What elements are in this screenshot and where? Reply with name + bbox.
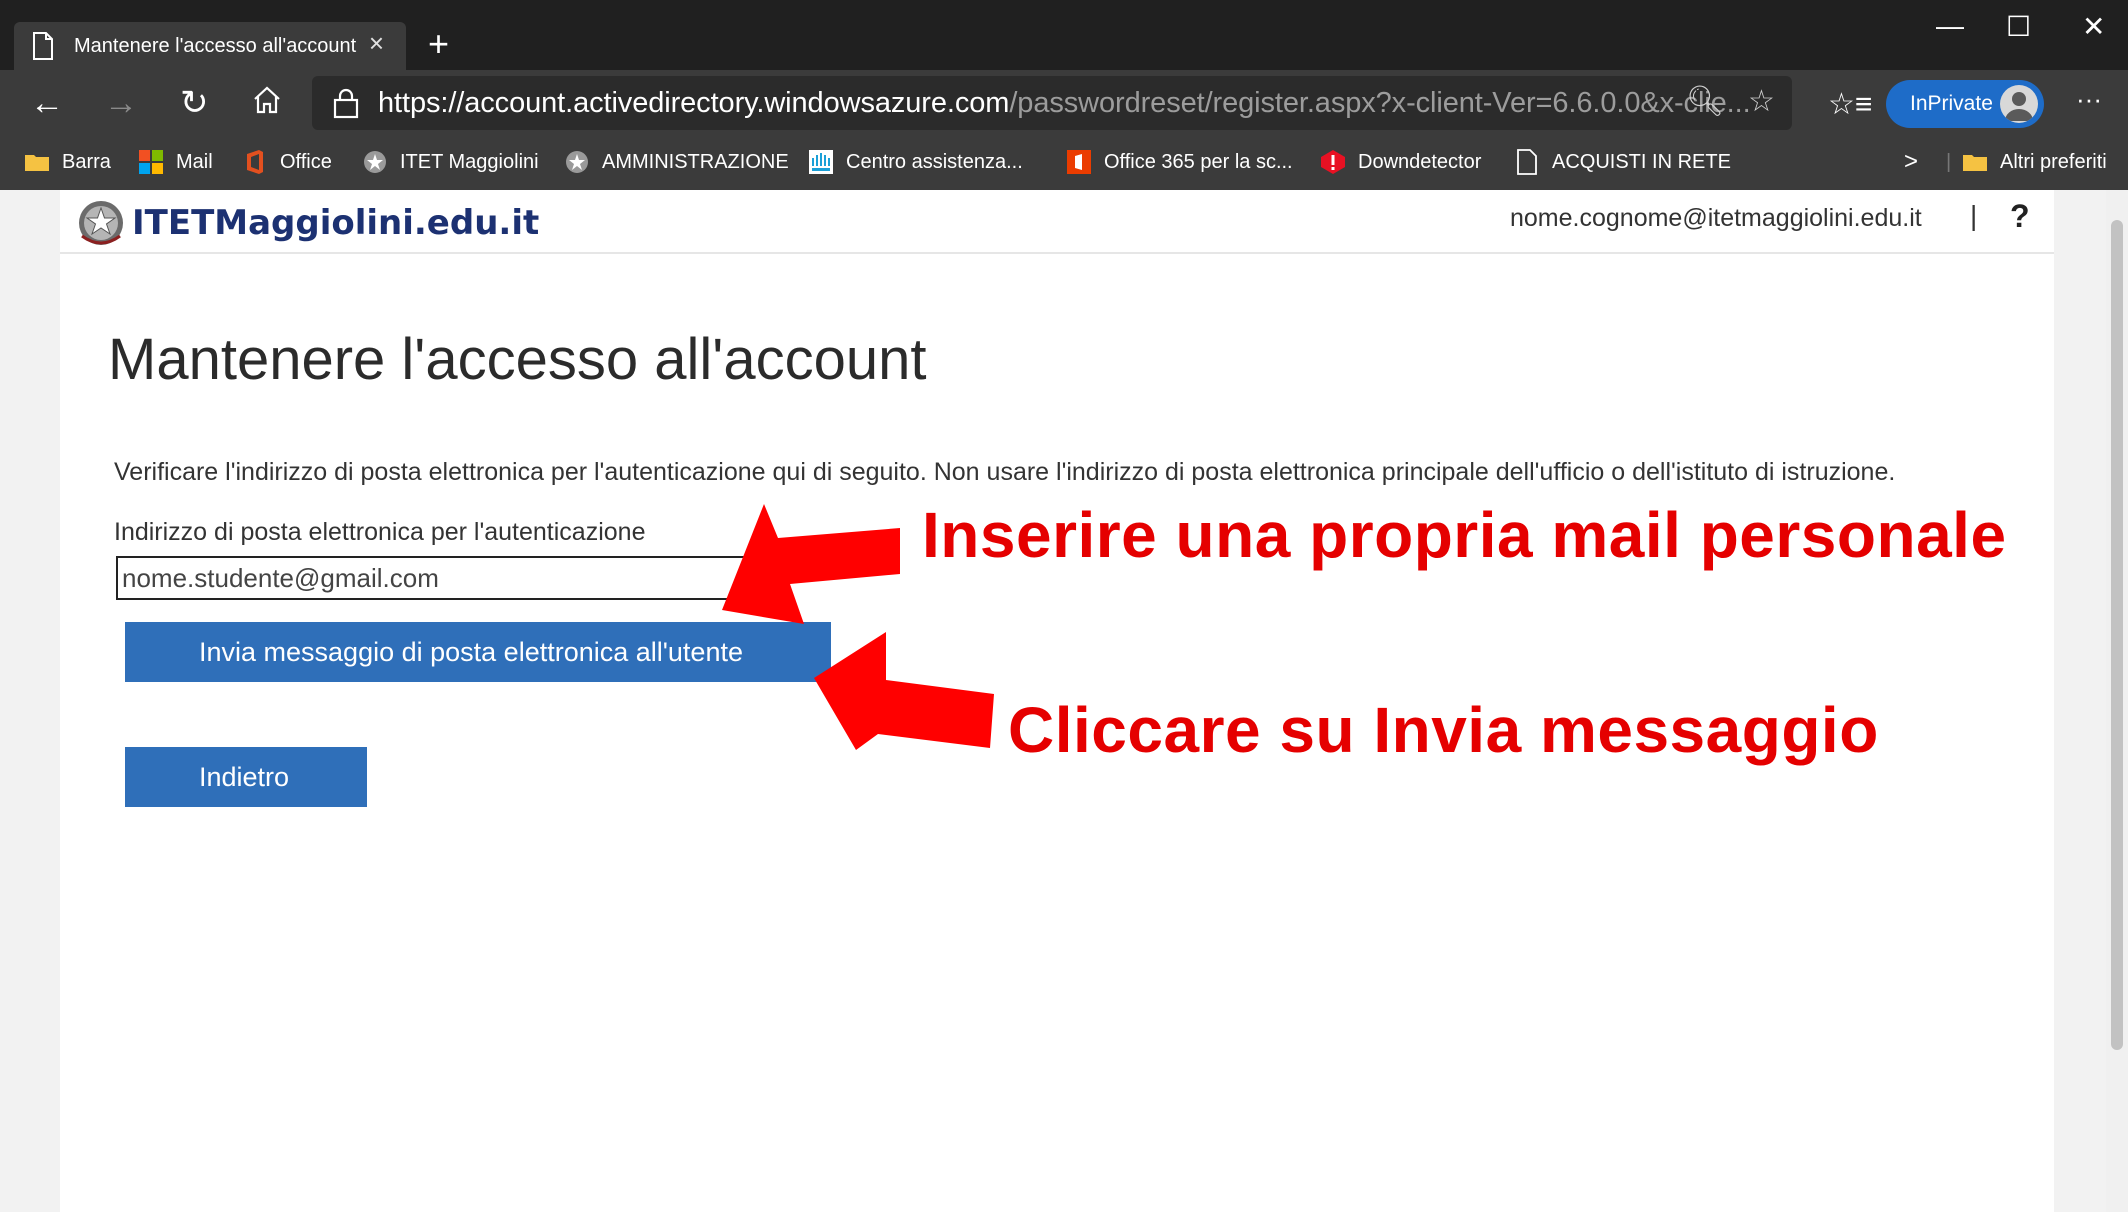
back-button-label: Indietro bbox=[199, 761, 290, 792]
office-logo-icon bbox=[247, 150, 263, 174]
office365-icon bbox=[1067, 150, 1091, 174]
tab-title: Mantenere l'accesso all'account bbox=[74, 34, 357, 57]
windows-logo-icon bbox=[139, 150, 163, 174]
forward-arrow-icon[interactable]: → bbox=[104, 84, 138, 122]
address-bar[interactable]: https://account.activedirectory.windowsa… bbox=[312, 76, 1792, 130]
new-tab-button[interactable]: + bbox=[428, 24, 449, 64]
folder-icon bbox=[25, 155, 49, 171]
alert-icon bbox=[1321, 150, 1345, 174]
favorite-star-icon[interactable]: ☆ bbox=[1748, 84, 1775, 119]
bookmark-mail[interactable]: Mail bbox=[138, 146, 213, 178]
annotation-insert-email: Inserire una propria mail personale bbox=[922, 499, 2007, 571]
favorites-list-icon[interactable]: ☆≡ bbox=[1828, 86, 1872, 124]
minimize-button[interactable]: — bbox=[1936, 10, 1964, 42]
signed-in-user-email[interactable]: nome.cognome@itetmaggiolini.edu.it bbox=[1510, 204, 1922, 233]
emblem-icon bbox=[566, 151, 588, 173]
browser-titlebar: Mantenere l'accesso all'account × + — ☐ … bbox=[0, 0, 2128, 70]
lock-icon bbox=[333, 88, 359, 119]
bookmark-centro-assistenza[interactable]: Centro assistenza... bbox=[808, 146, 1023, 178]
tab-close-icon[interactable]: × bbox=[369, 28, 384, 59]
inprivate-label: InPrivate bbox=[1910, 92, 1993, 115]
document-icon bbox=[33, 32, 53, 60]
bookmark-downdetector[interactable]: Downdetector bbox=[1320, 146, 1481, 178]
bookmark-barra[interactable]: Barra bbox=[24, 146, 111, 178]
bookmarks-bar: Barra Mail Office ITET Maggiolini AMMINI… bbox=[0, 136, 2128, 190]
inprivate-badge[interactable]: InPrivate bbox=[1886, 80, 2044, 128]
authentication-email-input[interactable] bbox=[116, 556, 750, 600]
send-email-button-label: Invia messaggio di posta elettronica all… bbox=[199, 636, 743, 667]
emblem-icon bbox=[364, 151, 386, 173]
browser-tab[interactable]: Mantenere l'accesso all'account × bbox=[14, 22, 406, 70]
page-icon bbox=[1517, 149, 1537, 175]
red-arrow-icon bbox=[722, 504, 900, 624]
page-left-margin bbox=[0, 190, 60, 1212]
more-menu-icon[interactable]: ··· bbox=[2076, 80, 2102, 118]
back-button[interactable]: Indietro bbox=[125, 747, 367, 807]
profile-avatar-icon bbox=[2000, 85, 2038, 123]
bookmark-itet-maggiolini[interactable]: ITET Maggiolini bbox=[362, 146, 539, 178]
bookmark-altri-preferiti[interactable]: Altri preferiti bbox=[1962, 146, 2107, 178]
url-text: https://account.activedirectory.windowsa… bbox=[378, 86, 1751, 119]
browser-navbar: ← → ↻ https://account.activedirectory.wi… bbox=[0, 70, 2128, 136]
logo-text: ITETMaggiolini.edu.it bbox=[132, 203, 540, 243]
bookmark-office-365[interactable]: Office 365 per la sc... bbox=[1066, 146, 1293, 178]
annotation-click-send: Cliccare su Invia messaggio bbox=[1008, 694, 1879, 766]
scrollbar-thumb[interactable] bbox=[2111, 220, 2123, 1050]
page-title: Mantenere l'accesso all'account bbox=[108, 327, 927, 392]
maximize-button[interactable]: ☐ bbox=[2006, 10, 2031, 43]
red-arrow-icon bbox=[814, 632, 994, 750]
bookmarks-divider: | bbox=[1946, 150, 1952, 173]
header-divider bbox=[60, 252, 2054, 254]
back-arrow-icon[interactable]: ← bbox=[30, 84, 64, 122]
bookmark-amministrazione[interactable]: AMMINISTRAZIONE bbox=[564, 146, 789, 178]
italian-republic-emblem-icon bbox=[79, 201, 123, 245]
bookmark-acquisti-in-rete[interactable]: ACQUISTI IN RETE bbox=[1514, 146, 1731, 178]
folder-icon bbox=[1963, 155, 1987, 171]
cisco-icon bbox=[809, 150, 833, 174]
zoom-icon[interactable]: 🔍︎ bbox=[1686, 84, 1724, 119]
send-email-button[interactable]: Invia messaggio di posta elettronica all… bbox=[125, 622, 831, 682]
email-field-label: Indirizzo di posta elettronica per l'aut… bbox=[114, 518, 646, 546]
refresh-icon[interactable]: ↻ bbox=[180, 84, 209, 122]
close-window-button[interactable]: ✕ bbox=[2082, 10, 2105, 43]
header-separator: | bbox=[1970, 200, 1978, 231]
home-icon[interactable] bbox=[252, 84, 282, 124]
page-right-margin bbox=[2054, 190, 2106, 1212]
vertical-scrollbar[interactable] bbox=[2106, 190, 2128, 1212]
bookmark-office[interactable]: Office bbox=[242, 146, 332, 178]
help-icon[interactable]: ? bbox=[2010, 198, 2030, 235]
site-logo[interactable]: ITETMaggiolini.edu.it bbox=[76, 198, 539, 248]
page-description: Verificare l'indirizzo di posta elettron… bbox=[114, 458, 1896, 486]
bookmarks-overflow-chevron-icon[interactable]: > bbox=[1904, 146, 1918, 178]
